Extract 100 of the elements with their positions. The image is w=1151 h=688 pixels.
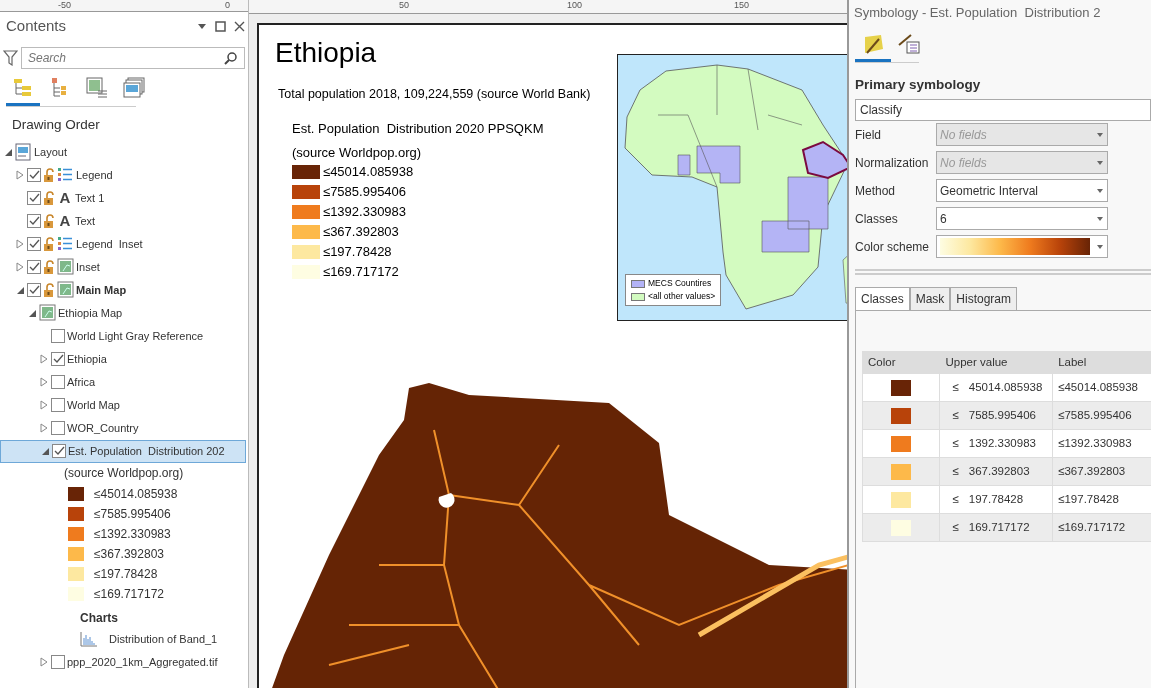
tree-item-label: Layout: [34, 145, 68, 160]
map-frame-icon: [57, 258, 74, 277]
tree-item[interactable]: World Light Gray Reference: [0, 324, 248, 348]
search-icon[interactable]: [224, 51, 237, 65]
checkbox[interactable]: [51, 329, 65, 344]
checkbox[interactable]: [27, 168, 41, 183]
class-label: ≤1392.330983: [323, 203, 407, 222]
tree-item[interactable]: ppp_2020_1km_Aggregated.tif: [0, 650, 248, 674]
tree-item[interactable]: Legend Inset: [0, 232, 248, 256]
panel-tab[interactable]: Mask: [909, 286, 951, 310]
expand-arrow-icon[interactable]: [39, 400, 49, 411]
legend-label: <all other values>: [648, 290, 716, 303]
collapse-arrow-icon[interactable]: [15, 285, 25, 296]
operator: ≤: [952, 380, 959, 393]
tree-item-label: Text 1: [75, 191, 105, 206]
lock-icon[interactable]: [43, 213, 55, 230]
class-label: ≤7585.995406: [323, 183, 407, 202]
class-label: ≤367.392803: [94, 545, 164, 563]
expand-arrow-icon[interactable]: [39, 354, 49, 365]
hierarchy-icon: [12, 76, 34, 99]
color-swatch[interactable]: [891, 407, 912, 424]
brush-list-icon: [897, 32, 921, 55]
color-swatch[interactable]: [891, 435, 912, 452]
expand-arrow-icon[interactable]: [39, 423, 49, 434]
upper-value: 45014.085938: [968, 380, 1043, 393]
class-label: ≤197.78428: [94, 565, 158, 583]
checkbox[interactable]: [51, 398, 65, 413]
checkbox[interactable]: [51, 352, 65, 367]
tree-item[interactable]: Africa: [0, 370, 248, 394]
tree-item[interactable]: Main Map: [0, 278, 248, 302]
map-title: Ethiopia: [275, 37, 377, 69]
class-label: ≤169.717172: [323, 263, 399, 282]
class-label: ≤169.717172: [94, 585, 164, 603]
upper-value: 367.392803: [968, 464, 1030, 477]
column-header: Color: [862, 351, 940, 374]
checkbox[interactable]: [51, 655, 65, 670]
tree-item[interactable]: WOR_Country: [0, 416, 248, 440]
search-field[interactable]: Search: [21, 46, 245, 69]
tree-item-label: Ethiopia Map: [58, 306, 123, 321]
tree-item-label: WOR_Country: [67, 421, 139, 436]
operator: ≤: [952, 408, 959, 421]
dropdown[interactable]: Geometric Interval: [936, 179, 1108, 203]
tree-item[interactable]: Ethiopia: [0, 347, 248, 371]
tree-item-label: Inset: [76, 260, 100, 275]
charts-heading: Charts: [79, 609, 119, 627]
map-frame-icon: [57, 281, 74, 300]
checkbox[interactable]: [27, 191, 41, 206]
collapse-arrow-icon[interactable]: [3, 147, 13, 158]
panel-tab[interactable]: Classes: [855, 286, 910, 310]
histogram-icon: [80, 631, 97, 647]
lock-icon[interactable]: [43, 190, 55, 207]
tree-item[interactable]: World Map: [0, 393, 248, 417]
maximize-icon[interactable]: [215, 20, 226, 32]
tree-item-label: Text: [75, 214, 96, 229]
checkbox[interactable]: [51, 375, 65, 390]
checkbox[interactable]: [27, 214, 41, 229]
expand-arrow-icon[interactable]: [15, 262, 25, 273]
lock-icon[interactable]: [43, 236, 55, 253]
tree-item[interactable]: Layout: [0, 140, 248, 164]
class-label: ≤7585.995406: [94, 505, 171, 523]
column-header: Label: [1052, 351, 1151, 374]
layout-icon: [15, 143, 32, 162]
checkbox[interactable]: [27, 260, 41, 275]
lock-icon[interactable]: [43, 259, 55, 276]
chart-item[interactable]: Distribution of Band_1: [0, 627, 248, 651]
renderer-dropdown[interactable]: Classify: [855, 98, 1151, 121]
text-element-icon: A: [57, 210, 73, 233]
tree-item[interactable]: Inset: [0, 255, 248, 279]
collapse-arrow-icon[interactable]: [40, 446, 50, 457]
ruler-label: -50: [58, 0, 71, 10]
field-label: Field: [855, 126, 882, 144]
filter-icon[interactable]: [3, 49, 18, 66]
color-ramp-dropdown[interactable]: [936, 235, 1108, 259]
class-label: ≤367.392803: [323, 223, 399, 242]
collapse-arrow-icon[interactable]: [27, 308, 37, 319]
dropdown[interactable]: 6: [936, 207, 1108, 231]
lock-icon[interactable]: [43, 282, 55, 299]
map-subtitle: Total population 2018, 109,224,559 (source World Bank): [278, 86, 591, 103]
tree-item[interactable]: Est. Population Distribution 202: [0, 439, 246, 463]
expand-arrow-icon[interactable]: [15, 170, 25, 181]
tree-item[interactable]: A Text 1: [0, 186, 248, 210]
checkbox[interactable]: [27, 237, 41, 252]
checkbox[interactable]: [52, 444, 66, 459]
tree-item[interactable]: Ethiopia Map: [0, 301, 248, 325]
expand-arrow-icon[interactable]: [39, 377, 49, 388]
checkbox[interactable]: [27, 283, 41, 298]
upper-value: 197.78428: [968, 492, 1024, 505]
legend-subtitle: (source Worldpop.org): [292, 143, 423, 162]
lock-icon[interactable]: [43, 167, 55, 184]
expand-arrow-icon[interactable]: [39, 657, 49, 668]
tree-item[interactable]: A Text: [0, 209, 248, 233]
panel-tab[interactable]: Histogram: [950, 286, 1018, 310]
color-swatch[interactable]: [891, 491, 912, 508]
field-label: Normalization: [855, 154, 930, 172]
close-icon[interactable]: [234, 20, 245, 32]
checkbox[interactable]: [51, 421, 65, 436]
expand-arrow-icon[interactable]: [15, 239, 25, 250]
color-swatch[interactable]: [891, 379, 912, 396]
color-swatch[interactable]: [891, 463, 912, 480]
tree-item[interactable]: Legend: [0, 163, 248, 187]
